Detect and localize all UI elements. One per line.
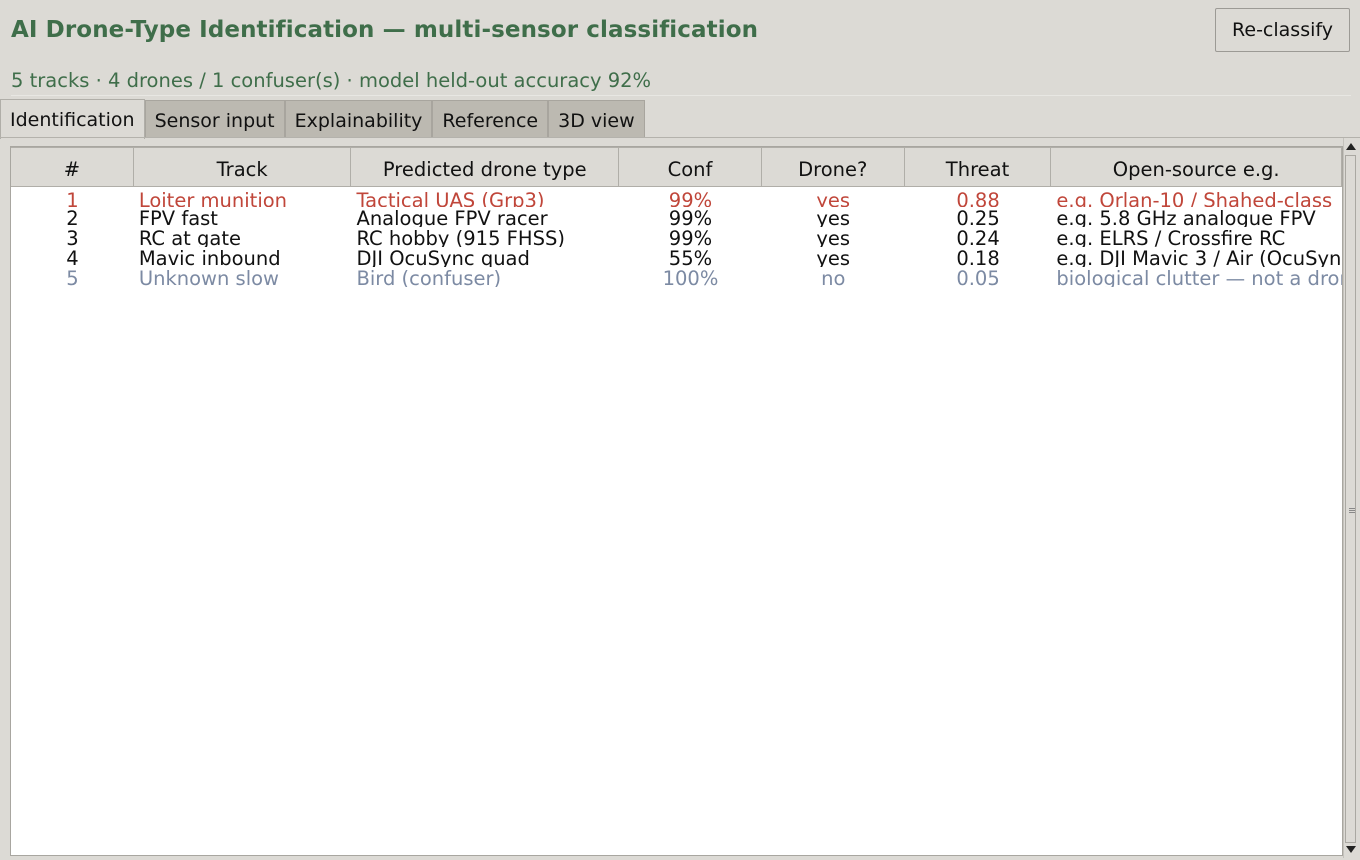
tab-identification[interactable]: Identification [0,99,145,139]
cell-num: 1 [66,189,79,207]
cell-conf: 99% [668,207,713,227]
cell-track: RC at gate [138,227,241,247]
table-row[interactable]: 5 Unknown slow Bird (confuser) 100% no 0.05 bi… [11,267,1342,287]
tab-reference[interactable]: Reference [432,100,549,138]
cell-example: e.g. DJI Mavic 3 / Air (OcuSync) [1056,247,1342,267]
cell-drone: no [821,267,846,287]
cell-example: e.g. 5.8 GHz analogue FPV [1056,207,1316,227]
table-header: # Track Predicted drone type Conf Drone?… [11,147,1342,187]
scroll-up-arrow-icon[interactable] [1346,143,1356,150]
vertical-scrollbar[interactable] [1343,138,1359,858]
tab-3d-view[interactable]: 3D view [548,100,645,138]
cell-num: 2 [66,207,79,227]
summary-line: 5 tracks · 4 drones / 1 confuser(s) · mo… [11,63,1351,96]
table-row[interactable]: 3 RC at gate RC hobby (915 FHSS) 99% yes 0.24… [11,227,1342,247]
cell-conf: 100% [662,267,719,287]
tab-bar: Identification Sensor input Explainabili… [0,99,645,139]
column-header-num[interactable]: # [11,147,134,187]
scrollbar-thumb[interactable] [1345,155,1356,843]
cell-predicted-type: RC hobby (915 FHSS) [356,227,565,247]
tracks-table: # Track Predicted drone type Conf Drone?… [10,146,1343,856]
cell-predicted-type: Analogue FPV racer [356,207,548,227]
cell-threat: 0.25 [956,207,1000,227]
app-title: AI Drone-Type Identification — multi-sen… [11,17,759,43]
cell-drone: yes [816,207,851,227]
cell-threat: 0.88 [956,189,1000,207]
cell-threat: 0.05 [956,267,1000,287]
cell-track: Unknown slow [138,267,279,287]
cell-predicted-type: Bird (confuser) [356,267,502,287]
column-header-conf[interactable]: Conf [619,147,762,187]
cell-track: FPV fast [138,207,218,227]
column-header-track[interactable]: Track [133,147,352,187]
cell-drone: yes [816,227,851,247]
tab-sensor-input[interactable]: Sensor input [144,100,285,138]
cell-conf: 55% [668,247,713,267]
column-header-drone[interactable]: Drone? [761,147,905,187]
cell-conf: 99% [668,189,713,207]
cell-drone: yes [816,189,851,207]
cell-example: e.g. Orlan-10 / Shahed-class [1056,189,1333,207]
cell-num: 4 [66,247,79,267]
cell-example: e.g. ELRS / Crossfire RC [1056,227,1286,247]
cell-conf: 99% [668,227,713,247]
reclassify-button[interactable]: Re-classify [1215,8,1350,52]
tab-explainability[interactable]: Explainability [284,100,433,138]
cell-track: Loiter munition [138,189,288,207]
cell-example: biological clutter — not a drone [1056,267,1342,287]
cell-threat: 0.24 [956,227,1000,247]
cell-predicted-type: Tactical UAS (Grp3) [356,189,545,207]
table-body: 1 Loiter munition Tactical UAS (Grp3) 99% ye… [11,187,1342,287]
table-row[interactable]: 1 Loiter munition Tactical UAS (Grp3) 99% ye… [11,187,1342,207]
identification-panel: # Track Predicted drone type Conf Drone?… [0,137,1360,860]
cell-num: 5 [66,267,79,287]
grip-icon [1349,508,1355,514]
cell-num: 3 [66,227,79,247]
cell-threat: 0.18 [956,247,1000,267]
table-row[interactable]: 2 FPV fast Analogue FPV racer 99% yes 0.25 e.g… [11,207,1342,227]
column-header-open-source-example[interactable]: Open-source e.g. [1051,147,1342,187]
cell-track: Mavic inbound [138,247,281,267]
scroll-down-arrow-icon[interactable] [1346,846,1356,853]
table-row[interactable]: 4 Mavic inbound DJI OcuSync quad 55% yes 0.18… [11,247,1342,267]
cell-drone: yes [816,247,851,267]
cell-predicted-type: DJI OcuSync quad [356,247,530,267]
column-header-predicted-type[interactable]: Predicted drone type [351,147,620,187]
column-header-threat[interactable]: Threat [904,147,1052,187]
